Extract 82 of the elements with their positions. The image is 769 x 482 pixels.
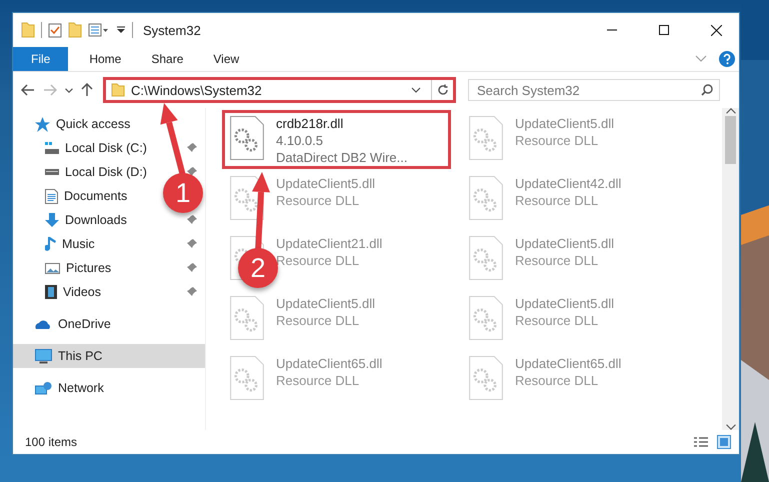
- file-gears-icon: [230, 116, 264, 160]
- drive-icon: [45, 169, 59, 175]
- pin-icon[interactable]: [187, 215, 197, 225]
- file-detail: Resource DLL: [276, 313, 360, 328]
- search-icon[interactable]: [701, 84, 713, 96]
- item-count: 100 items: [25, 435, 78, 449]
- file-detail: Resource DLL: [276, 253, 360, 268]
- checklist-icon[interactable]: [48, 22, 62, 38]
- refresh-icon: [436, 84, 448, 96]
- file-detail: Resource DLL: [515, 313, 600, 328]
- file-gears-icon: [230, 356, 264, 400]
- search-field[interactable]: Search System32: [468, 79, 720, 101]
- pin-icon[interactable]: [187, 143, 197, 153]
- ribbon-tab[interactable]: View: [198, 47, 254, 71]
- chevron-down-icon: [65, 88, 73, 92]
- document-icon: [45, 188, 58, 204]
- nav-item[interactable]: Local Disk (C:): [65, 141, 147, 155]
- file-menu-button[interactable]: File: [13, 47, 68, 71]
- file-gears-icon: [469, 356, 503, 400]
- nav-item[interactable]: Quick access: [56, 117, 130, 131]
- file-detail: Resource DLL: [515, 373, 600, 388]
- scrollbar-thumb[interactable]: [725, 116, 736, 164]
- file-detail: Resource DLL: [276, 373, 360, 388]
- back-button[interactable]: [19, 82, 37, 98]
- download-icon: [45, 213, 59, 227]
- pin-icon[interactable]: [187, 239, 197, 249]
- back-arrow-icon: [21, 84, 35, 96]
- properties-icon[interactable]: [88, 23, 110, 37]
- nav-item[interactable]: Local Disk (D:): [65, 165, 147, 179]
- forward-arrow-icon: [43, 84, 57, 96]
- up-arrow-icon: [81, 83, 93, 97]
- file-gears-icon: [230, 296, 264, 340]
- file-detail: Resource DLL: [515, 133, 600, 148]
- picture-icon: [45, 262, 60, 274]
- ribbon-tab[interactable]: Share: [136, 47, 198, 71]
- file-detail: Resource DLL: [515, 193, 600, 208]
- file-gears-icon: [469, 116, 503, 160]
- nav-item[interactable]: OneDrive: [58, 317, 111, 331]
- maximize-icon: [659, 25, 669, 35]
- star-icon: [35, 116, 50, 132]
- ribbon-tab[interactable]: Home: [74, 47, 136, 71]
- pin-icon[interactable]: [187, 167, 197, 177]
- nav-item[interactable]: Downloads: [65, 213, 127, 227]
- file-detail: Resource DLL: [276, 193, 360, 208]
- pin-icon[interactable]: [187, 263, 197, 273]
- scroll-up-icon[interactable]: [726, 108, 736, 114]
- file-gears-icon: [469, 296, 503, 340]
- drive-icon: [45, 142, 59, 154]
- up-button[interactable]: [79, 81, 95, 99]
- file-gears-icon: [230, 176, 264, 220]
- pin-icon[interactable]: [187, 287, 197, 297]
- nav-item[interactable]: Network: [58, 381, 104, 395]
- monitor-icon: [35, 348, 52, 364]
- file-gears-icon: [469, 176, 503, 220]
- cloud-icon: [35, 319, 52, 329]
- scrollbar[interactable]: [722, 108, 739, 430]
- address-field[interactable]: C:\Windows\System32: [103, 77, 456, 103]
- nav-item[interactable]: Documents: [64, 189, 128, 203]
- close-icon: [710, 24, 722, 36]
- folder-icon: [111, 83, 125, 97]
- tiles-view-icon[interactable]: [717, 435, 731, 449]
- details-view-icon[interactable]: [693, 436, 709, 448]
- file-detail: Resource DLL: [515, 253, 600, 268]
- recent-locations-button[interactable]: [63, 86, 75, 94]
- minimize-icon: [607, 29, 617, 31]
- chevron-down-icon[interactable]: [411, 87, 421, 93]
- nav-item[interactable]: Videos: [63, 285, 101, 299]
- file-detail: DataDirect DB2 Wire...: [276, 150, 408, 165]
- scroll-down-icon[interactable]: [726, 424, 736, 430]
- file-detail: 4.10.0.5: [276, 133, 324, 148]
- address-path: C:\Windows\System32: [131, 82, 263, 98]
- network-icon: [35, 382, 52, 394]
- file-name[interactable]: crdb218r.dll: [276, 116, 408, 131]
- film-icon: [45, 285, 57, 299]
- dropdown-icon[interactable]: [116, 25, 126, 35]
- nav-item[interactable]: Pictures: [66, 261, 112, 275]
- window-title: System32: [143, 22, 201, 38]
- file-gears-icon: [469, 236, 503, 280]
- help-icon[interactable]: [719, 51, 735, 67]
- nav-item[interactable]: Music: [62, 237, 95, 251]
- music-note-icon: [45, 236, 56, 252]
- nav-item[interactable]: This PC: [13, 344, 205, 368]
